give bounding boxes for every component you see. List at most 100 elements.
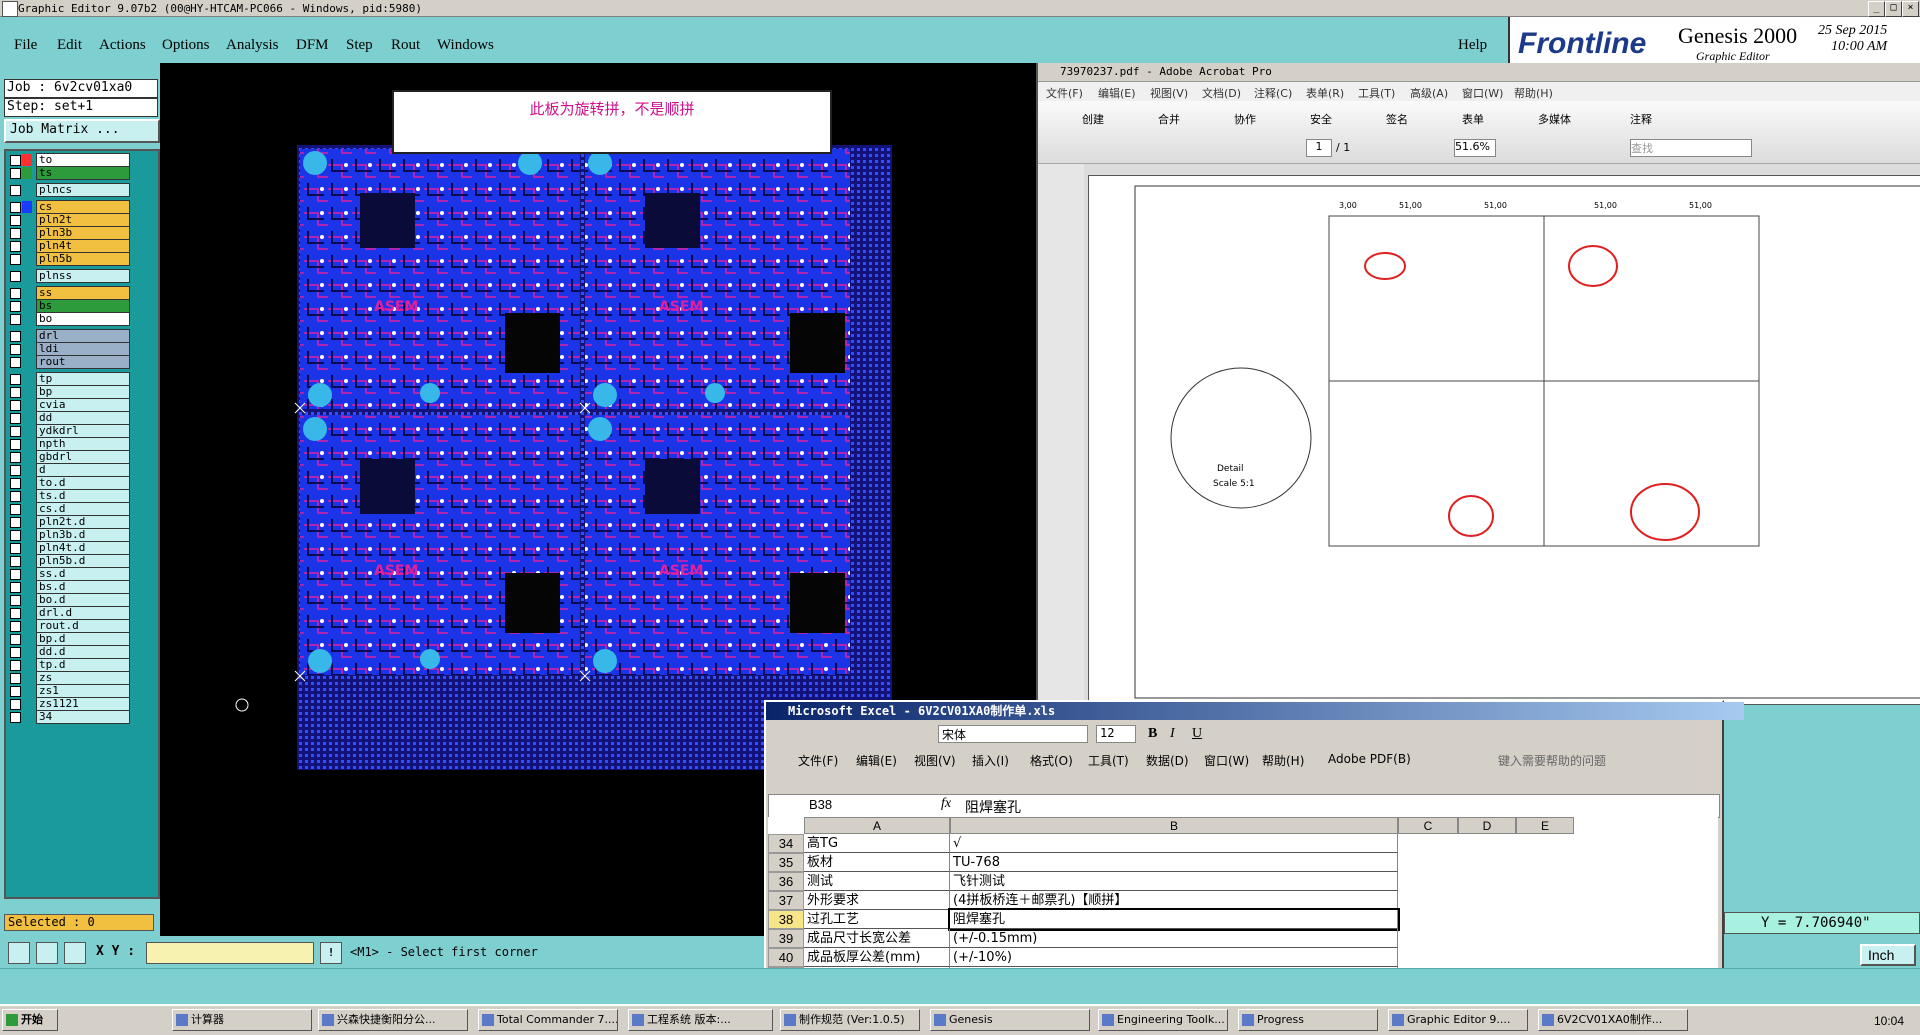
layer-name[interactable]: pln3b (36, 226, 130, 240)
underline-button[interactable]: U (1192, 726, 1202, 742)
layer-checkbox[interactable] (10, 439, 21, 450)
layer-name[interactable]: ts.d (36, 489, 130, 503)
excel-menu-file[interactable]: 文件(F) (798, 752, 838, 769)
menu-options[interactable]: Options (162, 37, 210, 54)
excel-menu-adobe[interactable]: Adobe PDF(B) (1328, 752, 1411, 766)
taskbar-task[interactable]: Genesis (930, 1009, 1090, 1031)
layer-name[interactable]: zs (36, 671, 130, 685)
layer-checkbox[interactable] (10, 517, 21, 528)
layer-row[interactable]: bo (8, 312, 130, 326)
layer-row[interactable]: d (8, 463, 130, 477)
layer-name[interactable]: pln5b (36, 252, 130, 266)
layer-checkbox[interactable] (10, 608, 21, 619)
secure-button[interactable]: 安全 (1310, 111, 1332, 127)
col-header-a[interactable]: A (804, 817, 950, 834)
layer-checkbox[interactable] (10, 556, 21, 567)
layer-checkbox[interactable] (10, 491, 21, 502)
layer-row[interactable]: pln5b (8, 252, 130, 266)
forms-button[interactable]: 表单 (1462, 111, 1484, 127)
layer-row[interactable]: pln3b.d (8, 528, 130, 542)
taskbar-task[interactable]: 制作规范 (Ver:1.0.5) (780, 1009, 920, 1031)
layer-checkbox[interactable] (10, 185, 21, 196)
acrobat-menu-edit[interactable]: 编辑(E) (1098, 85, 1136, 101)
layer-row[interactable]: dd (8, 411, 130, 425)
menu-rout[interactable]: Rout (391, 37, 420, 54)
zoom-input[interactable]: 51.6% (1454, 139, 1496, 157)
layer-checkbox[interactable] (10, 504, 21, 515)
layer-row[interactable]: dd.d (8, 645, 130, 659)
layer-checkbox[interactable] (10, 686, 21, 697)
layer-name[interactable]: bp.d (36, 632, 130, 646)
name-box[interactable]: B38 (809, 797, 832, 812)
layer-checkbox[interactable] (10, 155, 21, 166)
layer-checkbox[interactable] (10, 288, 21, 299)
layer-checkbox[interactable] (10, 452, 21, 463)
create-button[interactable]: 创建 (1082, 111, 1104, 127)
taskbar-task[interactable]: Engineering Toolk... (1098, 1009, 1228, 1031)
layer-row[interactable]: rout (8, 355, 130, 369)
layer-checkbox[interactable] (10, 673, 21, 684)
layer-row[interactable]: ldi (8, 342, 130, 356)
layer-name[interactable]: ss (36, 286, 130, 300)
layer-checkbox[interactable] (10, 241, 21, 252)
layer-name[interactable]: bs (36, 299, 130, 313)
layer-checkbox[interactable] (10, 478, 21, 489)
row-header[interactable]: 39 (768, 929, 804, 948)
layer-checkbox[interactable] (10, 595, 21, 606)
layer-name[interactable]: drl.d (36, 606, 130, 620)
layer-checkbox[interactable] (10, 374, 21, 385)
cell-a[interactable]: 测试 (804, 872, 950, 891)
acrobat-menu-tools[interactable]: 工具(T) (1358, 85, 1395, 101)
layer-checkbox[interactable] (10, 400, 21, 411)
layer-name[interactable]: bo (36, 312, 130, 326)
excel-menu-help[interactable]: 帮助(H) (1262, 752, 1304, 769)
font-name-select[interactable]: 宋体 (938, 725, 1088, 743)
layer-row[interactable]: plncs (8, 183, 130, 197)
layer-name[interactable]: npth (36, 437, 130, 451)
layer-row[interactable]: ss.d (8, 567, 130, 581)
layer-checkbox[interactable] (10, 465, 21, 476)
layer-row[interactable]: pln4t.d (8, 541, 130, 555)
layer-row[interactable]: pln4t (8, 239, 130, 253)
row-header[interactable]: 37 (768, 891, 804, 910)
layer-row[interactable]: cvia (8, 398, 130, 412)
excel-menu-insert[interactable]: 插入(I) (972, 752, 1009, 769)
multimedia-button[interactable]: 多媒体 (1538, 111, 1571, 127)
layer-checkbox[interactable] (10, 699, 21, 710)
layer-name[interactable]: pln2t.d (36, 515, 130, 529)
layer-row[interactable]: ts.d (8, 489, 130, 503)
cell-b[interactable]: √ (950, 834, 1398, 853)
command-line[interactable] (0, 968, 1920, 1004)
layer-name[interactable]: bo.d (36, 593, 130, 607)
acrobat-menu-view[interactable]: 视图(V) (1150, 85, 1188, 101)
layer-checkbox[interactable] (10, 301, 21, 312)
menu-windows[interactable]: Windows (437, 37, 494, 54)
layer-checkbox[interactable] (10, 344, 21, 355)
cell-b[interactable]: (+/-10%) (950, 948, 1398, 967)
layer-row[interactable]: ts (8, 166, 130, 180)
taskbar-task[interactable]: Total Commander 7.... (478, 1009, 618, 1031)
layer-checkbox[interactable] (10, 271, 21, 282)
layer-checkbox[interactable] (10, 254, 21, 265)
cell-a[interactable]: 成品板厚公差(mm) (804, 948, 950, 967)
excel-menu-format[interactable]: 格式(O) (1030, 752, 1073, 769)
layer-name[interactable]: to (36, 153, 130, 167)
layer-name[interactable]: gbdrl (36, 450, 130, 464)
xy-input[interactable] (146, 942, 314, 964)
layer-name[interactable]: zs1121 (36, 697, 130, 711)
layer-checkbox[interactable] (10, 543, 21, 554)
menu-help[interactable]: Help (1458, 37, 1487, 54)
find-input[interactable]: 查找 (1630, 139, 1752, 157)
cell-a[interactable]: 成品尺寸长宽公差 (804, 929, 950, 948)
layer-name[interactable]: cvia (36, 398, 130, 412)
font-size-select[interactable]: 12 (1096, 725, 1136, 743)
layer-checkbox[interactable] (10, 387, 21, 398)
help-question-box[interactable]: 键入需要帮助的问题 (1498, 752, 1606, 769)
layer-checkbox[interactable] (10, 202, 21, 213)
cell-a[interactable]: 高TG (804, 834, 950, 853)
layer-name[interactable]: d (36, 463, 130, 477)
layer-name[interactable]: cs (36, 200, 130, 214)
layer-checkbox[interactable] (10, 634, 21, 645)
close-button[interactable]: × (1902, 1, 1919, 17)
layer-name[interactable]: pln5b.d (36, 554, 130, 568)
